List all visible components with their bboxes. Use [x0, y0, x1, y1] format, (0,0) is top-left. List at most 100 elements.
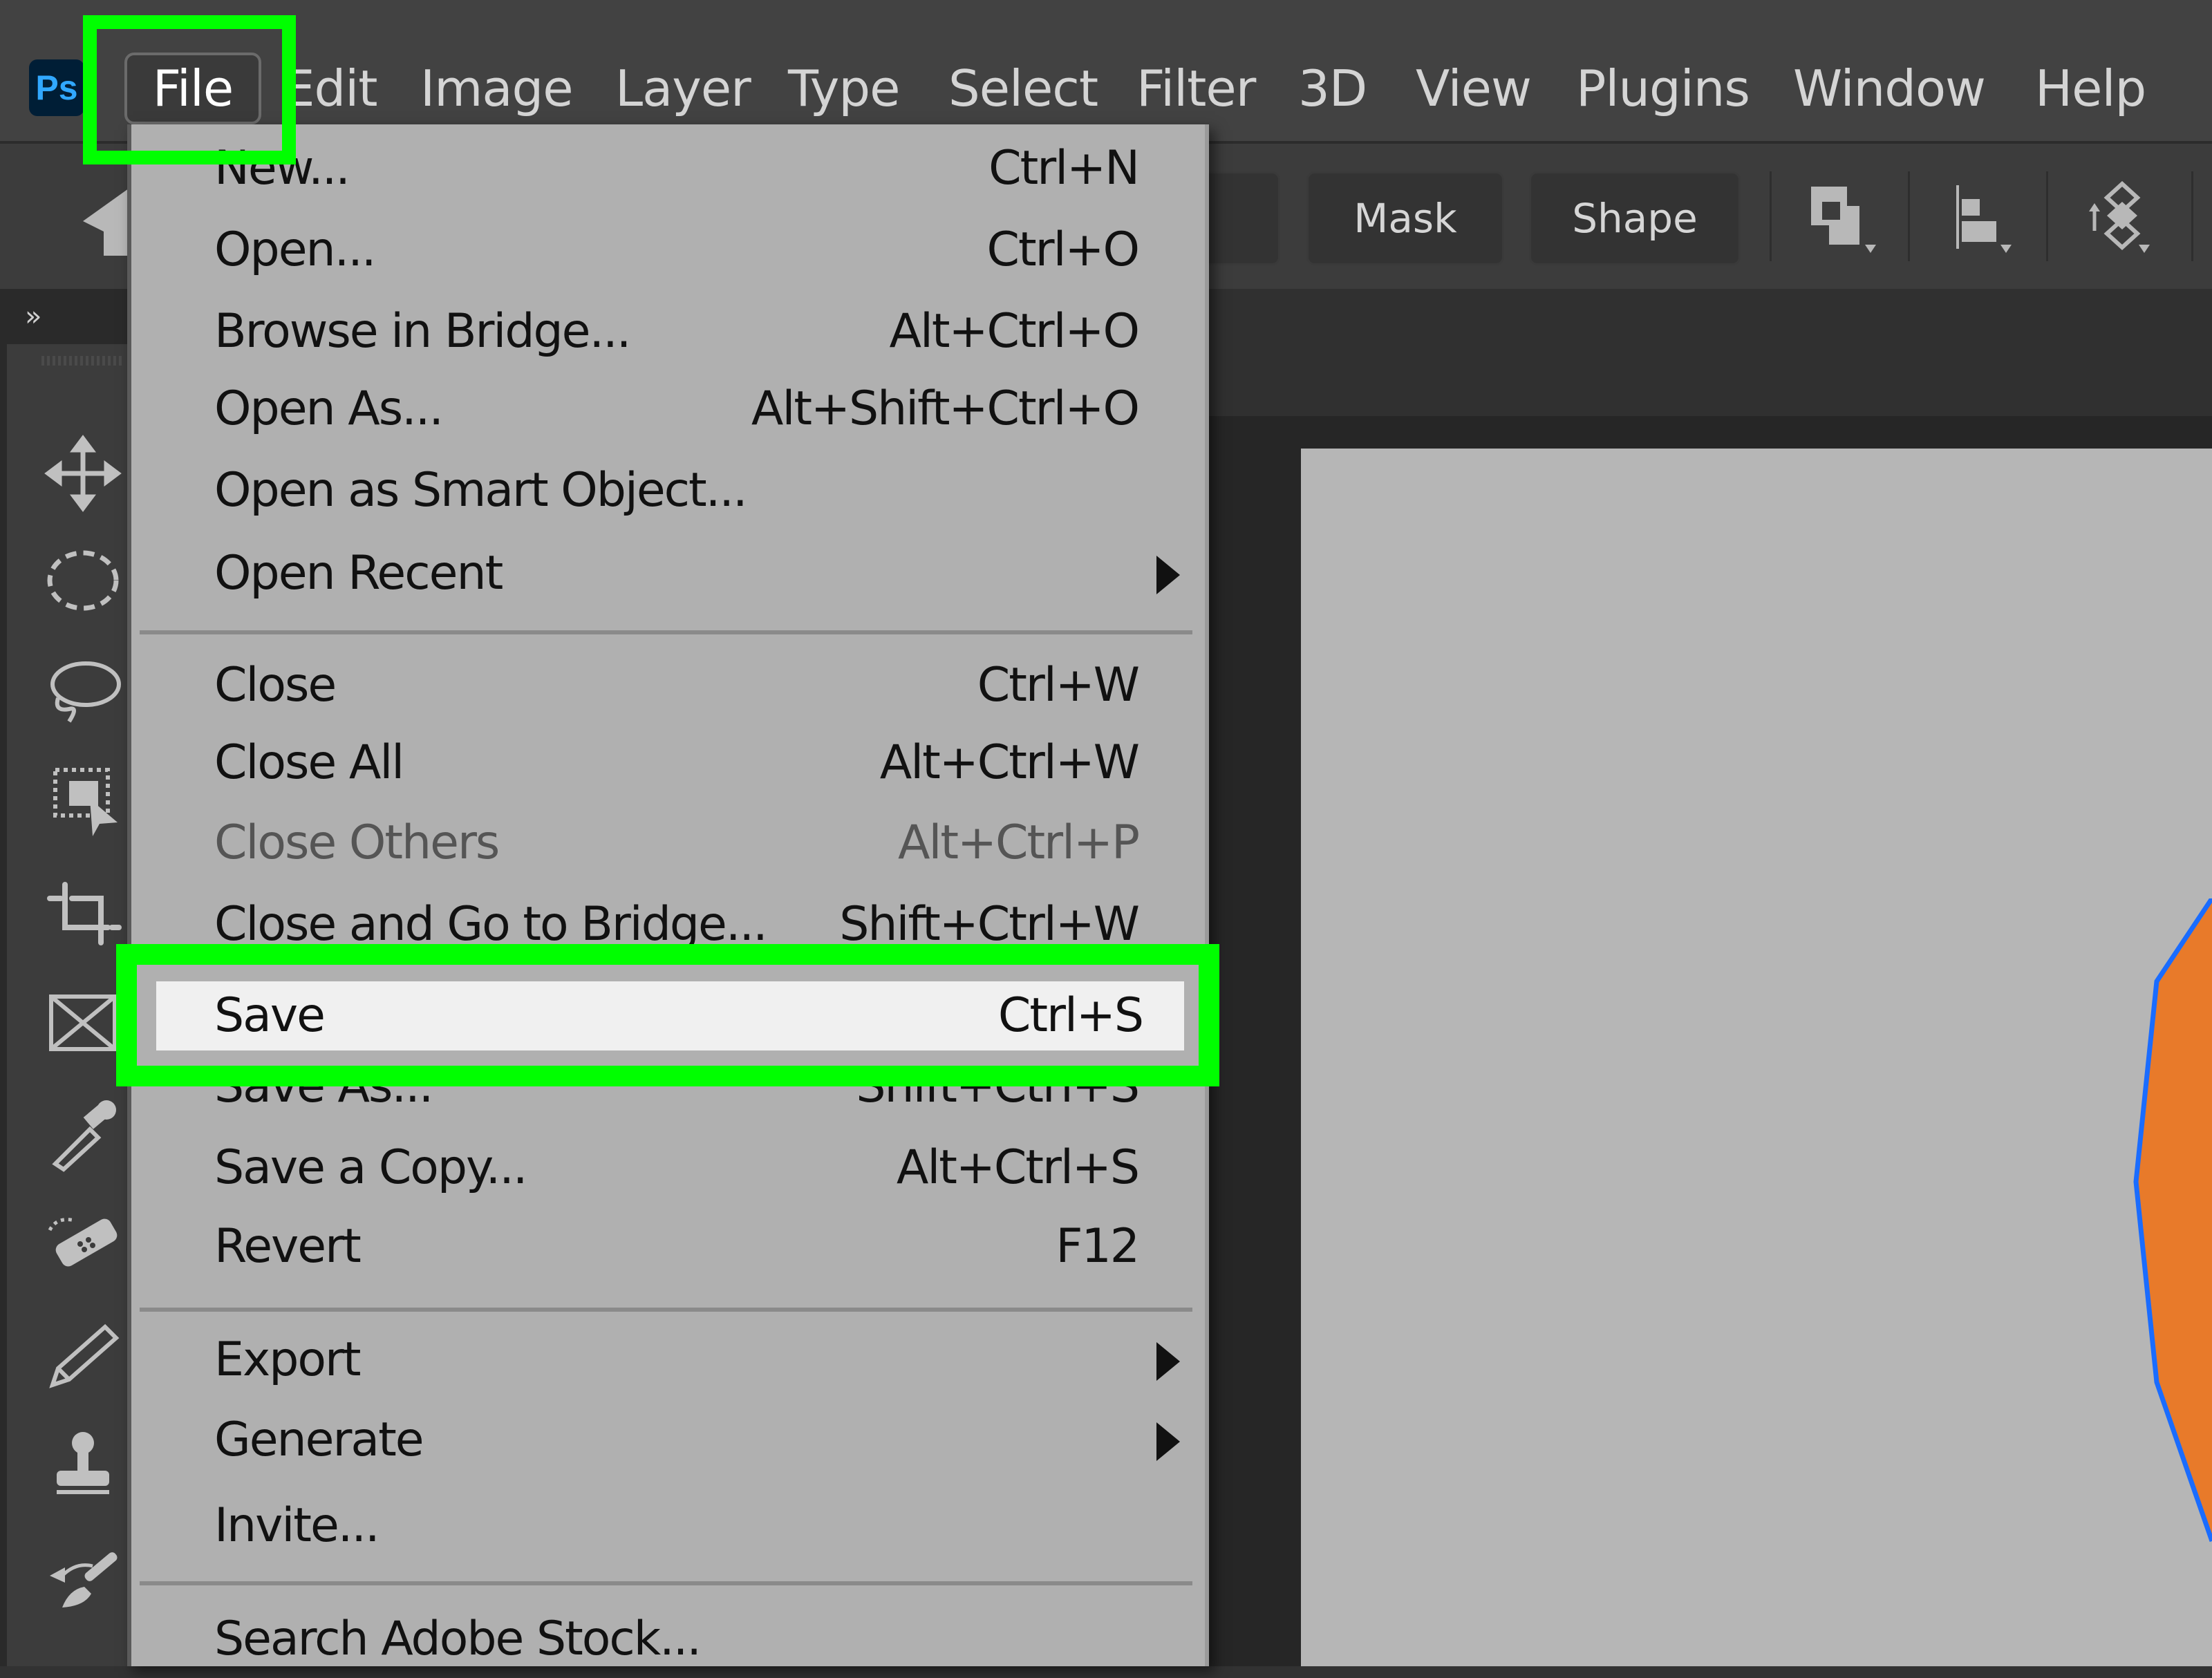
elliptical-marquee-tool[interactable] — [41, 539, 124, 622]
menu-item-label: Save — [214, 988, 326, 1043]
history-brush-tool[interactable] — [41, 1534, 124, 1617]
menu-item-label: Close Others — [214, 816, 500, 870]
menu-layer[interactable]: Layer — [615, 55, 751, 122]
mask-button[interactable]: Mask — [1306, 171, 1504, 265]
menu-type[interactable]: Type — [788, 55, 900, 122]
menu-item-shortcut: Shift+Ctrl+W — [839, 897, 1140, 952]
history-brush-icon — [50, 1552, 118, 1608]
menu-item-shortcut: Alt+Ctrl+W — [879, 735, 1140, 790]
menu-item-close-others: Close Others Alt+Ctrl+P — [131, 804, 1205, 882]
document-canvas[interactable] — [1301, 449, 2212, 1666]
menu-help[interactable]: Help — [2035, 55, 2146, 122]
menu-item-label: Open Recent — [214, 546, 503, 601]
menu-item-open-as[interactable]: Open As... Alt+Shift+Ctrl+O — [131, 370, 1205, 448]
menu-plugins[interactable]: Plugins — [1576, 55, 1750, 122]
menu-item-open[interactable]: Open... Ctrl+O — [131, 211, 1205, 289]
move-icon — [44, 435, 122, 512]
menu-filter[interactable]: Filter — [1136, 55, 1256, 122]
options-separator — [1908, 171, 1910, 261]
options-separator — [2191, 171, 2193, 261]
menu-item-label: Close All — [214, 735, 404, 790]
expand-panels-button[interactable]: » — [0, 289, 127, 344]
menu-item-label: Save As... — [214, 1059, 433, 1113]
menu-item-label: Open... — [214, 223, 376, 277]
menu-item-search-adobe-stock[interactable]: Search Adobe Stock... — [131, 1601, 1205, 1678]
menu-item-save[interactable]: Save Ctrl+S — [156, 981, 1184, 1050]
options-separator — [2046, 171, 2048, 261]
menu-file[interactable]: File — [124, 53, 261, 124]
menu-edit[interactable]: Edit — [283, 55, 377, 122]
menu-item-save-as[interactable]: Save As... Shift+Ctrl+S — [131, 1048, 1205, 1125]
submenu-arrow-icon — [1156, 1342, 1180, 1381]
path-arrangement-icon[interactable] — [2081, 181, 2157, 257]
healing-brush-icon — [48, 1218, 118, 1267]
path-alignment-icon[interactable] — [1942, 181, 2018, 257]
menu-select[interactable]: Select — [948, 55, 1098, 122]
menu-item-new[interactable]: New... Ctrl+N — [131, 130, 1205, 207]
menu-item-shortcut: Alt+Ctrl+S — [896, 1140, 1140, 1195]
healing-brush-tool[interactable] — [41, 1203, 124, 1285]
menu-item-close-all[interactable]: Close All Alt+Ctrl+W — [131, 724, 1205, 802]
menu-separator — [140, 1308, 1192, 1312]
frame-icon — [49, 994, 117, 1051]
menu-image[interactable]: Image — [420, 55, 573, 122]
menu-window[interactable]: Window — [1793, 55, 1986, 122]
orange-shape[interactable] — [2115, 898, 2212, 1576]
submenu-arrow-icon — [1156, 556, 1180, 594]
menu-item-label: Save a Copy... — [214, 1140, 527, 1195]
elliptical-marquee-icon — [47, 550, 119, 611]
menu-item-label: Browse in Bridge... — [214, 304, 631, 359]
crop-tool[interactable] — [41, 871, 124, 954]
menu-item-shortcut: Alt+Ctrl+O — [889, 304, 1140, 359]
menu-3d[interactable]: 3D — [1298, 55, 1367, 122]
submenu-arrow-icon — [1156, 1422, 1180, 1461]
lasso-tool[interactable] — [41, 650, 124, 733]
menu-view[interactable]: View — [1416, 55, 1532, 122]
toolbar-grip[interactable] — [41, 356, 124, 366]
menu-item-close[interactable]: Close Ctrl+W — [131, 647, 1205, 724]
menu-item-label: Invite... — [214, 1498, 380, 1553]
menu-item-label: New... — [214, 141, 350, 196]
menu-separator — [140, 1581, 1192, 1585]
menu-item-label: Export — [214, 1332, 362, 1387]
menu-item-shortcut: Alt+Shift+Ctrl+O — [751, 381, 1140, 436]
menu-item-shortcut: Ctrl+S — [997, 988, 1144, 1043]
file-menu-dropdown: New... Ctrl+N Open... Ctrl+O Browse in B… — [127, 124, 1209, 1666]
frame-tool[interactable] — [41, 981, 124, 1064]
menu-item-shortcut: Ctrl+W — [977, 658, 1140, 713]
pencil-icon — [49, 1323, 120, 1388]
menu-item-label: Close — [214, 658, 337, 713]
home-icon[interactable] — [83, 187, 131, 256]
menu-item-save-a-copy[interactable]: Save a Copy... Alt+Ctrl+S — [131, 1129, 1205, 1207]
menu-item-export[interactable]: Export — [131, 1321, 1205, 1399]
shape-button[interactable]: Shape — [1529, 171, 1741, 265]
menu-item-open-as-smart-object[interactable]: Open as Smart Object... — [131, 452, 1205, 529]
eyedropper-tool[interactable] — [41, 1092, 124, 1175]
menu-item-label: Revert — [214, 1219, 362, 1274]
object-selection-icon — [53, 768, 118, 836]
options-separator — [1770, 171, 1772, 261]
menu-item-close-and-go-to-bridge[interactable]: Close and Go to Bridge... Shift+Ctrl+W — [131, 886, 1205, 963]
photoshop-logo: Ps — [29, 59, 84, 116]
menu-item-revert[interactable]: Revert F12 — [131, 1208, 1205, 1285]
menu-item-label: Open As... — [214, 381, 444, 436]
menu-item-invite[interactable]: Invite... — [131, 1487, 1205, 1565]
path-operations-icon[interactable] — [1804, 181, 1880, 257]
menu-item-label: Close and Go to Bridge... — [214, 897, 768, 952]
pencil-tool[interactable] — [41, 1313, 124, 1396]
menu-item-shortcut: F12 — [1056, 1219, 1140, 1274]
lasso-icon — [50, 661, 121, 723]
menu-item-browse-in-bridge[interactable]: Browse in Bridge... Alt+Ctrl+O — [131, 293, 1205, 370]
menu-item-shortcut: Ctrl+N — [988, 141, 1140, 196]
eyedropper-icon — [52, 1100, 116, 1172]
move-tool[interactable] — [41, 432, 124, 515]
crop-icon — [47, 882, 122, 945]
menu-item-shortcut: Ctrl+O — [986, 223, 1140, 277]
menu-separator — [140, 630, 1192, 634]
clone-stamp-tool[interactable] — [41, 1424, 124, 1507]
menu-item-shortcut: Alt+Ctrl+P — [897, 816, 1140, 870]
object-selection-tool[interactable] — [41, 760, 124, 843]
menu-item-generate[interactable]: Generate — [131, 1402, 1205, 1479]
menu-item-open-recent[interactable]: Open Recent — [131, 535, 1205, 612]
clone-stamp-icon — [57, 1432, 109, 1494]
